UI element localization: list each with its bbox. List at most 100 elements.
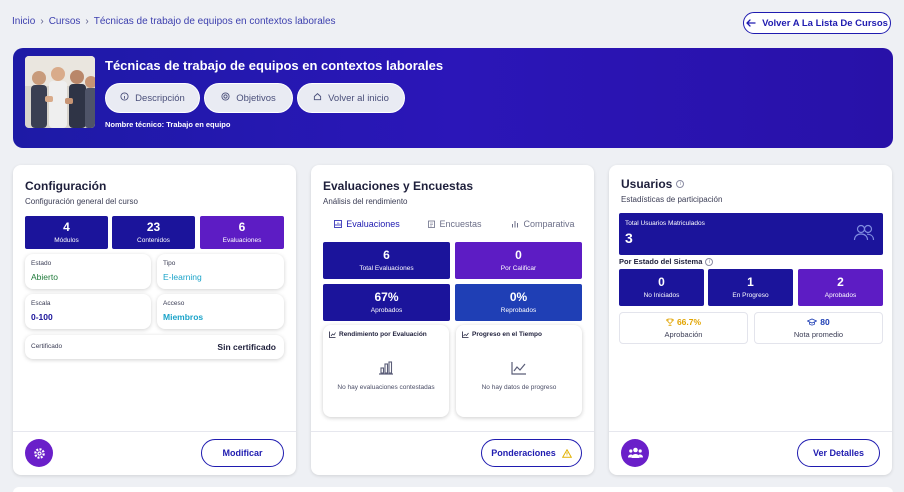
bar-chart-icon: [512, 221, 519, 228]
evaluations-value: 6: [238, 219, 246, 234]
in-progress-label: En Progreso: [732, 292, 769, 300]
access-field: Acceso Miembros: [157, 294, 284, 329]
total-enrolled-stat: Total Usuarios Matriculados 3: [619, 213, 883, 255]
evaluations-stat: 6 Evaluaciones: [200, 216, 284, 249]
average-grade-label: Nota promedio: [793, 330, 844, 339]
view-details-button[interactable]: Ver Detalles: [797, 439, 880, 467]
modify-button[interactable]: Modificar: [201, 439, 284, 467]
description-button[interactable]: Descripción: [105, 83, 200, 113]
total-evaluations-label: Total Evaluaciones: [359, 265, 414, 273]
back-to-list-button[interactable]: Volver A La Lista De Cursos: [743, 12, 891, 34]
chart-icon: [334, 220, 343, 228]
by-state-header: Por Estado del Sistema i: [619, 257, 714, 266]
type-field: Tipo E-learning: [157, 254, 284, 289]
breadcrumb-courses[interactable]: Cursos: [49, 16, 81, 27]
users-footer: Ver Detalles: [609, 431, 892, 475]
pending-grading-value: 0: [515, 247, 522, 262]
line-chart-icon: [511, 361, 527, 380]
contents-value: 23: [146, 219, 161, 234]
approved-value: 67%: [374, 289, 399, 304]
evaluations-tabs: Evaluaciones Encuestas Comparativa: [323, 219, 587, 229]
evaluations-card: Evaluaciones y Encuestas Análisis del re…: [311, 165, 594, 475]
total-evaluations-stat: 6 Total Evaluaciones: [323, 242, 450, 279]
configuration-title: Configuración: [25, 179, 107, 193]
failed-stat: 0% Reprobados: [455, 284, 582, 321]
view-details-label: Ver Detalles: [812, 448, 865, 458]
bar-chart-icon: [378, 361, 394, 380]
users-header: Usuarios i: [621, 177, 685, 191]
clipboard-icon: [428, 220, 436, 228]
not-started-value: 0: [658, 274, 665, 289]
configuration-card: Configuración Configuración general del …: [13, 165, 296, 475]
evaluations-label: Evaluaciones: [222, 237, 262, 245]
modules-label: Módulos: [54, 237, 79, 245]
top-bar: Inicio › Cursos › Técnicas de trabajo de…: [0, 0, 904, 44]
objectives-button[interactable]: Objetivos: [204, 83, 293, 113]
back-home-label: Volver al inicio: [328, 92, 389, 104]
certificate-label: Certificado: [31, 343, 63, 350]
settings-button[interactable]: [25, 439, 53, 467]
arrow-left-icon: [746, 19, 756, 27]
type-value: E-learning: [163, 272, 202, 282]
approval-kpi: 66.7% Aprobación: [619, 312, 748, 344]
scale-value: 0-100: [31, 312, 53, 322]
not-started-label: No Iniciados: [643, 292, 680, 300]
breadcrumb-home[interactable]: Inicio: [12, 16, 35, 27]
users-group-icon: [853, 224, 875, 241]
performance-panel-header: Rendimiento por Evaluación: [329, 331, 427, 338]
graduation-cap-icon: [807, 318, 818, 326]
chevron-right-icon: ›: [40, 16, 44, 27]
tab-evaluaciones[interactable]: Evaluaciones: [323, 219, 411, 229]
home-icon: [313, 92, 322, 104]
info-icon[interactable]: i: [676, 180, 685, 188]
trophy-icon: [666, 318, 674, 326]
progress-empty-message: No hay datos de progreso: [481, 384, 557, 391]
progress-panel-header: Progreso en el Tiempo: [462, 331, 542, 338]
configuration-subtitle: Configuración general del curso: [25, 197, 138, 206]
tab-encuestas[interactable]: Encuestas: [411, 219, 499, 229]
average-grade-value: 80: [807, 317, 830, 327]
warning-icon: [561, 448, 572, 458]
progress-panel-title: Progreso en el Tiempo: [472, 331, 542, 338]
modules-value: 4: [63, 219, 70, 234]
pending-grading-stat: 0 Por Calificar: [455, 242, 582, 279]
evaluations-title: Evaluaciones y Encuestas: [323, 179, 474, 193]
total-enrolled-value: 3: [625, 230, 633, 246]
weightings-button[interactable]: Ponderaciones: [481, 439, 582, 467]
certificate-field: Certificado Sin certificado: [25, 335, 284, 359]
certificate-value: Sin certificado: [217, 342, 276, 352]
passed-label: Aprobados: [824, 292, 857, 300]
configuration-footer: Modificar: [13, 431, 296, 475]
evaluations-footer: Ponderaciones: [311, 431, 594, 475]
info-icon: [120, 92, 129, 104]
tab-comparativa[interactable]: Comparativa: [499, 219, 587, 229]
approved-label: Aprobados: [370, 307, 403, 315]
total-evaluations-value: 6: [383, 247, 390, 262]
users-title: Usuarios: [621, 177, 673, 191]
back-home-button[interactable]: Volver al inicio: [297, 83, 405, 113]
by-state-label: Por Estado del Sistema: [619, 257, 703, 266]
scale-field: Escala 0-100: [25, 294, 151, 329]
next-section-edge: [13, 487, 893, 492]
users-card: Usuarios i Estadísticas de participación…: [609, 165, 892, 475]
contents-stat: 23 Contenidos: [112, 216, 195, 249]
info-icon[interactable]: i: [705, 257, 714, 266]
chevron-right-icon: ›: [85, 16, 89, 27]
performance-by-evaluation-panel: Rendimiento por Evaluación No hay evalua…: [323, 325, 449, 417]
objectives-label: Objetivos: [236, 92, 276, 104]
approved-stat: 67% Aprobados: [323, 284, 450, 321]
type-label: Tipo: [163, 260, 176, 267]
approval-kpi-value: 66.7%: [666, 317, 701, 327]
tab-comparativa-label: Comparativa: [523, 219, 575, 229]
access-label: Acceso: [163, 300, 185, 307]
evaluations-subtitle: Análisis del rendimiento: [323, 197, 408, 206]
breadcrumb: Inicio › Cursos › Técnicas de trabajo de…: [12, 16, 336, 27]
modify-label: Modificar: [222, 448, 263, 458]
description-label: Descripción: [135, 92, 185, 104]
performance-panel-title: Rendimiento por Evaluación: [339, 331, 427, 338]
manage-users-button[interactable]: [621, 439, 649, 467]
gear-icon: [33, 447, 45, 459]
in-progress-stat: 1 En Progreso: [708, 269, 793, 306]
course-hero-banner: Técnicas de trabajo de equipos en contex…: [13, 48, 893, 148]
trend-icon: [462, 331, 469, 338]
